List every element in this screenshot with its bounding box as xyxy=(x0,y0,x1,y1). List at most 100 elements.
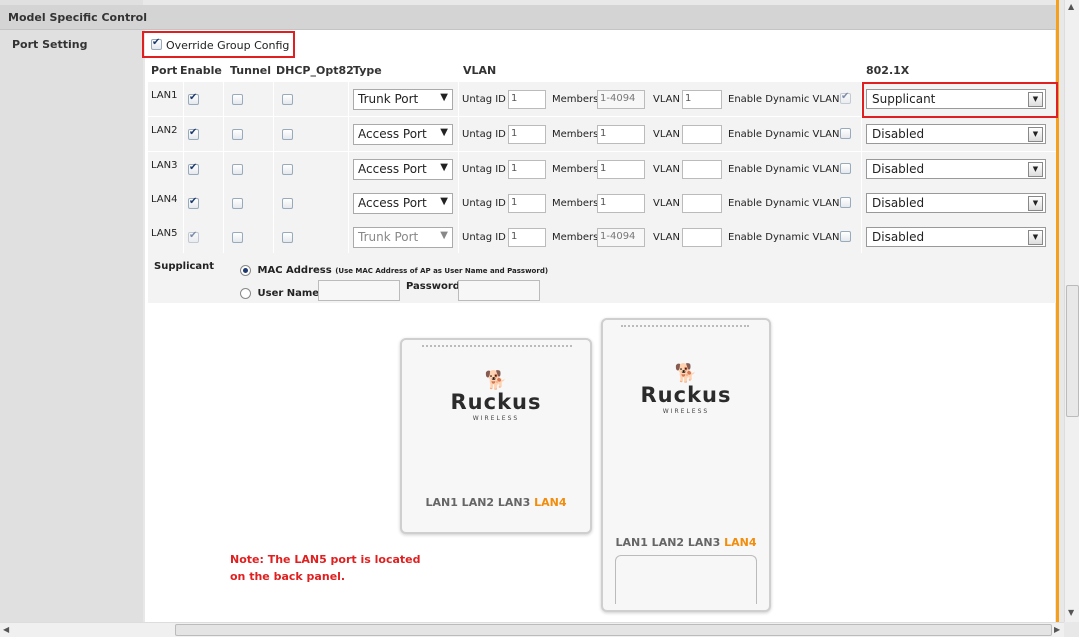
dhcp-opt82-checkbox[interactable] xyxy=(282,94,293,105)
vertical-scroll-thumb[interactable] xyxy=(1066,285,1079,417)
untag-id-label: Untag ID xyxy=(462,232,506,243)
device1-ports: LAN1 LAN2 LAN3 LAN4 xyxy=(402,496,590,509)
vlan-input[interactable] xyxy=(682,160,722,179)
dot1x-select[interactable]: Disabled ▼ xyxy=(866,227,1046,247)
dot1x-select[interactable]: Disabled ▼ xyxy=(866,159,1046,179)
user-name-input[interactable] xyxy=(318,280,400,301)
untag-id-input[interactable]: 1 xyxy=(508,228,546,247)
mac-address-label: MAC Address xyxy=(257,265,332,276)
scroll-up-icon[interactable]: ▲ xyxy=(1068,2,1074,11)
column-divider xyxy=(273,117,274,151)
dhcp-opt82-checkbox[interactable] xyxy=(282,164,293,175)
section-header: Model Specific Control xyxy=(0,5,1058,30)
scroll-left-icon[interactable]: ◀ xyxy=(3,625,9,634)
port-type-select[interactable]: Access Port ▼ xyxy=(353,124,453,145)
members-label: Members xyxy=(552,94,599,105)
dot1x-select[interactable]: Disabled ▼ xyxy=(866,193,1046,213)
enable-checkbox[interactable] xyxy=(188,196,199,209)
column-divider xyxy=(183,186,184,220)
ap-device-image-tall: 🐕 Ruckus WIRELESS LAN1 LAN2 LAN3 LAN4 xyxy=(601,318,771,612)
header-type: Type xyxy=(353,64,382,77)
port-type-value: Access Port xyxy=(358,162,427,176)
untag-id-input[interactable]: 1 xyxy=(508,125,546,144)
override-group-config[interactable]: Override Group Config xyxy=(142,31,295,58)
port-type-value: Access Port xyxy=(358,196,427,210)
dhcp-opt82-checkbox[interactable] xyxy=(282,232,293,243)
enable-dynamic-vlan-label: Enable Dynamic VLAN xyxy=(728,198,840,209)
column-divider xyxy=(861,152,862,186)
enable-checkbox[interactable] xyxy=(188,230,199,243)
enable-dynamic-vlan-checkbox[interactable] xyxy=(840,163,851,174)
vlan-input[interactable]: 1 xyxy=(682,90,722,109)
scroll-right-icon[interactable]: ▶ xyxy=(1054,625,1060,634)
vlan-input[interactable] xyxy=(682,194,722,213)
port-type-select[interactable]: Trunk Port ▼ xyxy=(353,227,453,248)
enable-checkbox[interactable] xyxy=(188,162,199,175)
enable-dynamic-vlan-checkbox[interactable] xyxy=(840,91,851,104)
dhcp-opt82-checkbox[interactable] xyxy=(282,129,293,140)
column-divider xyxy=(183,152,184,186)
user-name-radio[interactable] xyxy=(240,287,251,299)
untag-id-label: Untag ID xyxy=(462,164,506,175)
header-port: Port xyxy=(151,64,178,77)
column-divider xyxy=(458,220,459,254)
password-label: Password xyxy=(406,281,460,292)
port-row: LAN2 Access Port ▼ Untag ID 1 Members 1 V… xyxy=(148,117,1056,152)
device2-ports-text: LAN1 LAN2 LAN3 xyxy=(615,536,721,549)
header-802-1x: 802.1X xyxy=(866,64,910,77)
enable-dynamic-vlan-checkbox[interactable] xyxy=(840,231,851,242)
mac-address-option[interactable]: MAC Address (Use MAC Address of AP as Us… xyxy=(240,263,548,276)
page-viewport: Model Specific Control Port Setting Over… xyxy=(0,0,1064,622)
port-type-select[interactable]: Access Port ▼ xyxy=(353,159,453,180)
column-divider xyxy=(273,186,274,220)
dot1x-select[interactable]: Disabled ▼ xyxy=(866,124,1046,144)
tunnel-checkbox[interactable] xyxy=(232,129,243,140)
members-input[interactable]: 1-4094 xyxy=(597,90,645,109)
tunnel-checkbox[interactable] xyxy=(232,198,243,209)
header-enable: Enable xyxy=(180,64,222,77)
dot1x-value: Disabled xyxy=(872,162,925,176)
override-checkbox[interactable] xyxy=(151,37,162,50)
horizontal-scroll-thumb[interactable] xyxy=(175,624,1052,636)
tunnel-checkbox[interactable] xyxy=(232,94,243,105)
members-input[interactable]: 1 xyxy=(597,160,645,179)
user-name-option[interactable]: User Name xyxy=(240,286,319,299)
mac-address-radio[interactable] xyxy=(240,264,251,276)
enable-dynamic-vlan-checkbox[interactable] xyxy=(840,197,851,208)
port-type-select[interactable]: Access Port ▼ xyxy=(353,193,453,214)
members-input[interactable]: 1 xyxy=(597,125,645,144)
port-name: LAN5 xyxy=(151,228,178,239)
tunnel-checkbox[interactable] xyxy=(232,232,243,243)
column-divider xyxy=(348,220,349,254)
enable-dynamic-vlan-checkbox[interactable] xyxy=(840,128,851,139)
port-row: LAN4 Access Port ▼ Untag ID 1 Members 1 V… xyxy=(148,186,1056,221)
header-tunnel: Tunnel xyxy=(230,64,272,77)
device2-port-lan4: LAN4 xyxy=(724,536,757,549)
port-name: LAN2 xyxy=(151,125,178,136)
members-input[interactable]: 1 xyxy=(597,194,645,213)
header-vlan: VLAN xyxy=(463,64,497,77)
vlan-input[interactable] xyxy=(682,228,722,247)
column-divider xyxy=(273,152,274,186)
column-divider xyxy=(223,152,224,186)
password-input[interactable] xyxy=(458,280,540,301)
dot1x-highlight xyxy=(862,82,1058,118)
untag-id-input[interactable]: 1 xyxy=(508,194,546,213)
port-type-select[interactable]: Trunk Port ▼ xyxy=(353,89,453,110)
untag-id-input[interactable]: 1 xyxy=(508,160,546,179)
column-divider xyxy=(348,117,349,151)
enable-checkbox[interactable] xyxy=(188,92,199,105)
dhcp-opt82-checkbox[interactable] xyxy=(282,198,293,209)
scroll-down-icon[interactable]: ▼ xyxy=(1068,608,1074,617)
enable-checkbox[interactable] xyxy=(188,127,199,140)
vlan-input[interactable] xyxy=(682,125,722,144)
user-name-label: User Name xyxy=(257,288,320,299)
device2-sub: WIRELESS xyxy=(662,408,710,415)
members-input[interactable]: 1-4094 xyxy=(597,228,645,247)
untag-id-input[interactable]: 1 xyxy=(508,90,546,109)
tunnel-checkbox[interactable] xyxy=(232,164,243,175)
port-type-value: Trunk Port xyxy=(358,230,419,244)
device1-ports-text: LAN1 LAN2 LAN3 xyxy=(425,496,531,509)
supplicant-label: Supplicant xyxy=(154,261,215,272)
chevron-down-icon: ▼ xyxy=(440,230,448,241)
